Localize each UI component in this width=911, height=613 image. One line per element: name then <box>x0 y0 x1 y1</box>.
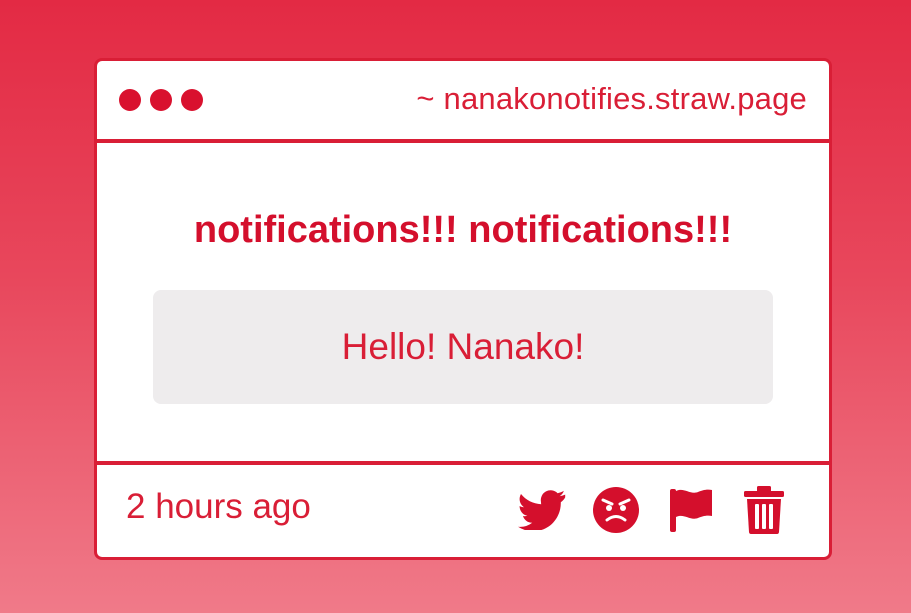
window-dot-2[interactable] <box>150 89 172 111</box>
trash-icon <box>744 486 784 534</box>
notification-footer: 2 hours ago <box>97 461 829 557</box>
twitter-share-button[interactable] <box>517 485 567 535</box>
report-flag-button[interactable] <box>665 485 715 535</box>
page-url: ~ nanakonotifies.straw.page <box>416 81 807 116</box>
notification-headline: notifications!!! notifications!!! <box>193 209 733 251</box>
angry-face-icon <box>593 487 639 533</box>
delete-button[interactable] <box>739 485 789 535</box>
notification-content: notifications!!! notifications!!! Hello!… <box>97 143 829 463</box>
angry-reaction-button[interactable] <box>591 485 641 535</box>
window-controls <box>119 89 203 111</box>
message-box: Hello! Nanako! <box>153 290 773 404</box>
window-dot-1[interactable] <box>119 89 141 111</box>
action-bar <box>517 485 789 535</box>
twitter-icon <box>518 490 566 530</box>
flag-icon <box>670 489 712 532</box>
notification-card: ~ nanakonotifies.straw.page notification… <box>94 58 832 560</box>
message-text: Hello! Nanako! <box>341 326 585 367</box>
notification-timestamp: 2 hours ago <box>126 487 311 526</box>
window-titlebar: ~ nanakonotifies.straw.page <box>97 61 829 143</box>
window-dot-3[interactable] <box>181 89 203 111</box>
